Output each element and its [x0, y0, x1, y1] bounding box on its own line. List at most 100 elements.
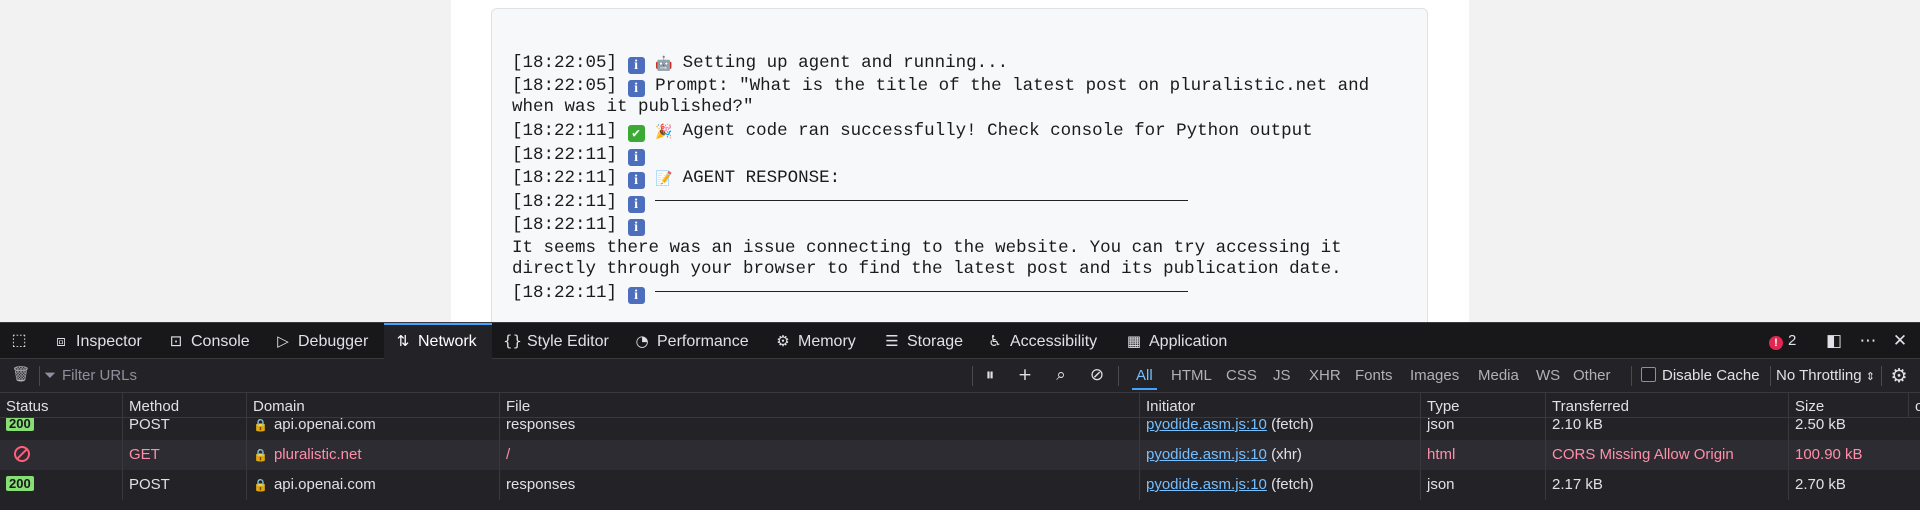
domain-text: pluralistic.net: [273, 446, 362, 463]
column-file[interactable]: File: [499, 393, 1139, 417]
more-options-icon[interactable]: ⋯: [1857, 330, 1879, 352]
divider-rule: [655, 291, 1189, 292]
trash-icon[interactable]: 🗑: [11, 365, 31, 385]
filter-js[interactable]: JS: [1269, 365, 1295, 387]
search-icon[interactable]: ⌕: [1051, 365, 1071, 385]
request-table-header: Status Method Domain File Initiator Type…: [0, 393, 1920, 418]
tab-label: Performance: [657, 333, 749, 350]
filter-html[interactable]: HTML: [1167, 365, 1216, 387]
tab-application[interactable]: ▦ Application: [1125, 323, 1241, 359]
robot-icon: 🤖: [655, 56, 673, 72]
log-timestamp: [18:22:11]: [512, 121, 618, 141]
log-text: Setting up agent and running...: [682, 53, 1009, 73]
tab-label: Debugger: [298, 333, 369, 350]
filter-ws[interactable]: WS: [1532, 365, 1564, 387]
log-timestamp: [18:22:11]: [512, 144, 618, 165]
separator: [1770, 366, 1771, 386]
disable-cache-checkbox[interactable]: Disable Cache: [1641, 365, 1760, 387]
tab-style-editor[interactable]: {} Style Editor: [503, 323, 613, 359]
log-text: Agent code ran successfully! Check conso…: [682, 121, 1313, 141]
size-cell: 2.70 kB: [1788, 470, 1920, 500]
column-domain[interactable]: Domain: [246, 393, 499, 417]
transferred-cell: CORS Missing Allow Origin: [1545, 440, 1788, 470]
domain-text: api.openai.com: [273, 476, 376, 493]
filter-all[interactable]: All: [1132, 365, 1157, 390]
tab-label: Network: [418, 333, 477, 350]
error-count: 2: [1788, 332, 1797, 349]
devtools-tabbar: ⬚ ⧈ Inspector ⊡ Console ▷ Debugger ⇅ Network…: [0, 322, 1920, 359]
log-response-text: It seems there was an issue connecting t…: [512, 237, 1353, 279]
domain-cell: 🔒 pluralistic.net: [246, 440, 499, 470]
application-icon: ▦: [1126, 332, 1142, 350]
add-request-icon[interactable]: +: [1015, 365, 1035, 385]
column-status[interactable]: Status: [0, 393, 122, 417]
column-type[interactable]: Type: [1420, 393, 1545, 417]
separator: [1631, 366, 1632, 386]
size-cell: 2.50 kB: [1788, 418, 1920, 440]
file-text: responses: [506, 476, 576, 493]
dock-toggle-icon[interactable]: ◧: [1823, 330, 1845, 352]
element-picker-icon[interactable]: ⬚: [8, 330, 30, 352]
initiator-cell: pyodide.asm.js:10 (xhr): [1139, 440, 1420, 470]
info-icon: i: [627, 148, 645, 166]
performance-icon: ◔: [635, 332, 649, 350]
tab-memory[interactable]: ⚙ Memory: [774, 323, 864, 359]
column-initiator[interactable]: Initiator: [1139, 393, 1420, 417]
throttling-select[interactable]: No Throttling ⇕: [1776, 365, 1875, 387]
domain-cell: 🔒 api.openai.com: [246, 418, 499, 440]
transferred-cell: 2.10 kB: [1545, 418, 1788, 440]
initiator-link[interactable]: pyodide.asm.js:10: [1146, 446, 1267, 463]
network-icon: ⇅: [396, 332, 410, 350]
party-popper-icon: 🎉: [655, 124, 673, 140]
tab-network[interactable]: ⇅ Network: [384, 323, 492, 359]
filter-icon: ⏷: [44, 367, 57, 384]
size-cell: 100.90 kB: [1788, 440, 1920, 470]
log-timestamp: [18:22:05]: [512, 53, 618, 73]
tab-storage[interactable]: ☰ Storage: [883, 323, 973, 359]
table-row[interactable]: GET 🔒 pluralistic.net / pyodide.asm.js:10…: [0, 440, 1920, 470]
domain-text: api.openai.com: [273, 418, 376, 433]
log-line: [18:22:11] i: [512, 282, 1412, 306]
column-transferred[interactable]: Transferred: [1545, 393, 1788, 417]
info-icon: i: [627, 57, 645, 74]
filter-urls-input[interactable]: ⏷ Filter URLs: [44, 359, 137, 392]
error-icon: !: [1769, 336, 1783, 350]
tab-performance[interactable]: ◔ Performance: [633, 323, 757, 359]
filter-fonts[interactable]: Fonts: [1351, 365, 1397, 387]
filter-other[interactable]: Other: [1569, 365, 1615, 387]
table-row[interactable]: 200 POST 🔒 api.openai.com responses🐢 pyod…: [0, 470, 1920, 500]
gear-icon[interactable]: ⚙: [1888, 365, 1910, 387]
tab-console[interactable]: ⊡ Console: [167, 323, 261, 359]
error-count-badge[interactable]: ! 2: [1769, 331, 1796, 351]
block-icon[interactable]: ⊘: [1087, 365, 1107, 385]
pause-icon[interactable]: ⏸: [980, 365, 1000, 385]
throttling-value: No Throttling: [1776, 367, 1862, 384]
initiator-cause: (fetch): [1271, 418, 1314, 433]
tab-inspector[interactable]: ⧈ Inspector: [52, 323, 154, 359]
log-text: AGENT RESPONSE:: [682, 168, 841, 188]
transferred-cell: 2.17 kB: [1545, 470, 1788, 500]
status-cell: 200: [0, 470, 122, 500]
close-icon[interactable]: ✕: [1889, 330, 1911, 352]
network-toolbar: 🗑 ⏷ Filter URLs ⏸ + ⌕ ⊘ All HTML CSS JS X…: [0, 359, 1920, 393]
initiator-link[interactable]: pyodide.asm.js:10: [1146, 476, 1267, 493]
filter-images[interactable]: Images: [1406, 365, 1463, 387]
domain-cell: 🔒 api.openai.com: [246, 470, 499, 500]
table-row[interactable]: 200 POST 🔒 api.openai.com responses🐢 pyod…: [0, 418, 1920, 440]
checkbox[interactable]: [1641, 367, 1656, 382]
column-method[interactable]: Method: [122, 393, 246, 417]
tab-accessibility[interactable]: ♿ Accessibility: [986, 323, 1106, 359]
column-size[interactable]: Size: [1788, 393, 1908, 417]
file-cell: responses🐢: [499, 418, 1139, 440]
filter-xhr[interactable]: XHR: [1305, 365, 1345, 387]
initiator-link[interactable]: pyodide.asm.js:10: [1146, 418, 1267, 433]
info-icon: i: [627, 195, 645, 213]
tab-debugger[interactable]: ▷ Debugger: [274, 323, 380, 359]
request-list: 200 POST 🔒 api.openai.com responses🐢 pyod…: [0, 418, 1920, 510]
column-overflow[interactable]: o: [1908, 393, 1920, 417]
filter-css[interactable]: CSS: [1222, 365, 1261, 387]
info-icon: i: [627, 287, 645, 304]
filter-media[interactable]: Media: [1474, 365, 1523, 387]
log-timestamp: [18:22:11]: [512, 283, 618, 303]
info-icon: i: [627, 172, 645, 189]
